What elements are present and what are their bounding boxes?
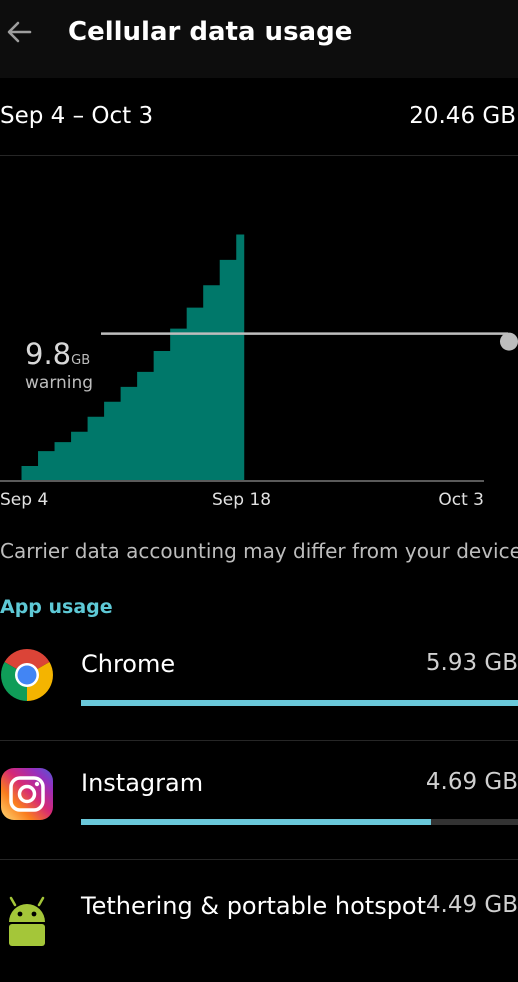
app-usage-amount: 4.49 GB [425, 892, 518, 918]
app-name: Chrome [81, 650, 176, 678]
section-header-app-usage: App usage [0, 596, 113, 618]
app-row-chrome[interactable]: Chrome 5.93 GB [0, 622, 518, 740]
app-name: Instagram [81, 769, 204, 797]
app-row-tethering[interactable]: Tethering & portable hotspot 4.49 GB [0, 864, 518, 982]
instagram-icon [1, 768, 53, 820]
x-tick-label: Oct 3 [438, 490, 484, 510]
android-icon [9, 896, 45, 946]
usage-bar-fill [81, 819, 431, 825]
back-arrow-icon[interactable] [4, 17, 34, 47]
chrome-icon [1, 649, 53, 701]
usage-bar [81, 819, 518, 825]
warning-label: warning [25, 373, 94, 393]
warning-number: 9.8 [25, 337, 72, 371]
divider [0, 859, 518, 860]
page-title: Cellular data usage [68, 17, 353, 47]
divider [0, 155, 518, 156]
app-bar: Cellular data usage [0, 0, 518, 78]
x-tick-label: Sep 4 [0, 490, 49, 510]
app-usage-amount: 4.69 GB [425, 769, 518, 795]
billing-cycle-selector[interactable]: Sep 4 – Oct 3 [0, 103, 153, 129]
carrier-note: Carrier data accounting may differ from … [0, 539, 518, 563]
usage-bar-fill [81, 700, 518, 706]
usage-bar [81, 700, 518, 706]
warning-value: 9.8GB [25, 337, 90, 371]
app-row-instagram[interactable]: Instagram 4.69 GB [0, 741, 518, 859]
x-tick-label: Sep 18 [212, 490, 272, 510]
warning-handle[interactable] [500, 332, 518, 351]
warning-unit: GB [71, 353, 91, 368]
app-usage-amount: 5.93 GB [425, 650, 518, 676]
app-name: Tethering & portable hotspot [81, 892, 427, 920]
total-usage: 20.46 GB [409, 103, 516, 129]
